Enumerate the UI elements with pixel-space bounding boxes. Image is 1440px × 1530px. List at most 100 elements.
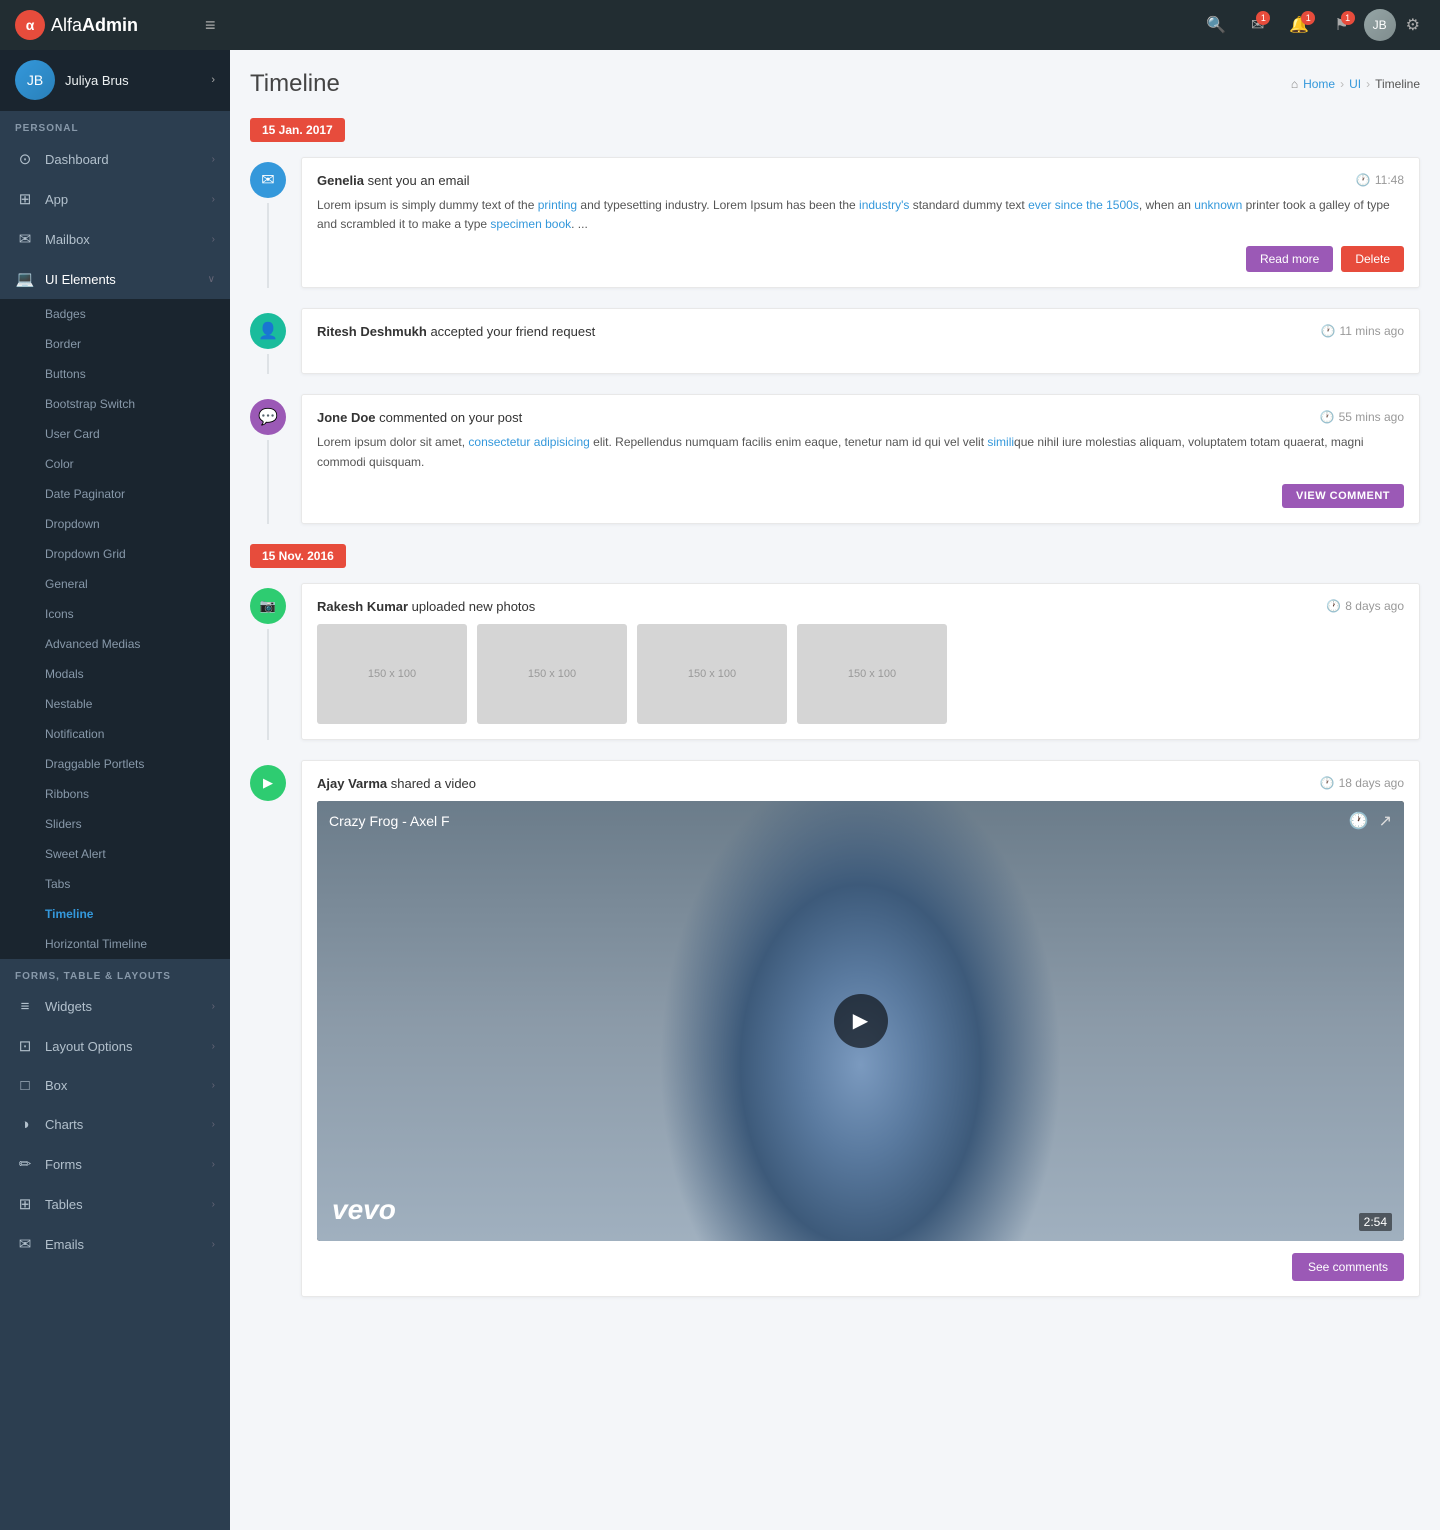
sidebar-item-box[interactable]: □ Box › <box>0 1066 230 1105</box>
printing-link[interactable]: printing <box>538 198 577 212</box>
timeline-item-comment: 💬 Jone Doe commented on your post 🕐 55 m… <box>250 394 1420 523</box>
sidebar-item-mailbox[interactable]: ✉ Mailbox › <box>0 219 230 259</box>
timeline-dot-photos: 📷 <box>250 588 286 624</box>
adipisicing-link[interactable]: adipisicing <box>534 435 590 449</box>
chevron-right-icon: › <box>212 1239 215 1250</box>
sidebar-sub-advanced-medias[interactable]: Advanced Medias <box>0 629 230 659</box>
timeline-line-4 <box>267 629 269 740</box>
sidebar-ui-submenu: Badges Border Buttons Bootstrap Switch U… <box>0 299 230 959</box>
chevron-right-icon: › <box>212 1041 215 1052</box>
timeline-line <box>267 203 269 288</box>
industry-link[interactable]: industry's <box>859 198 909 212</box>
messages-button[interactable]: ✉ 1 <box>1241 7 1274 43</box>
timeline-card-title-2: Ritesh Deshmukh accepted your friend req… <box>317 324 595 339</box>
layout-icon: ⊡ <box>15 1037 35 1055</box>
main-content: Timeline ⌂ Home › UI › Timeline 15 Jan. … <box>230 50 1440 1530</box>
dashboard-icon: ⊙ <box>15 150 35 168</box>
sidebar-item-charts[interactable]: ◑ Charts › <box>0 1105 230 1144</box>
sidebar-sub-sweet-alert[interactable]: Sweet Alert <box>0 839 230 869</box>
ever-link[interactable]: ever since the 1500s <box>1028 198 1139 212</box>
forms-icon: ✏ <box>15 1155 35 1173</box>
sidebar-sub-date-paginator[interactable]: Date Paginator <box>0 479 230 509</box>
photo-2[interactable]: 150 x 100 <box>477 624 627 724</box>
timeline-dot-wrapper-3: 💬 <box>250 394 286 523</box>
settings-button[interactable]: ⚙ <box>1401 7 1425 43</box>
menu-toggle-button[interactable]: ≡ <box>195 10 226 41</box>
photo-3[interactable]: 150 x 100 <box>637 624 787 724</box>
timeline-card-header-3: Jone Doe commented on your post 🕐 55 min… <box>317 410 1404 425</box>
video-clock-icon[interactable]: 🕐 <box>1349 811 1369 831</box>
sidebar-sub-color[interactable]: Color <box>0 449 230 479</box>
sidebar-sub-general[interactable]: General <box>0 569 230 599</box>
alerts-button[interactable]: 🔔 1 <box>1279 7 1319 43</box>
consectetur-link[interactable]: consectetur <box>468 435 530 449</box>
timeline-dot-wrapper-4: 📷 <box>250 583 286 740</box>
sidebar-item-dashboard[interactable]: ⊙ Dashboard › <box>0 139 230 179</box>
page-header: Timeline ⌂ Home › UI › Timeline <box>250 70 1420 98</box>
timeline-card-time-5: 🕐 18 days ago <box>1320 776 1404 790</box>
video-play-button[interactable]: ▶ <box>834 994 888 1048</box>
photo-1[interactable]: 150 x 100 <box>317 624 467 724</box>
timeline-card-title: Genelia sent you an email <box>317 173 470 188</box>
sidebar-sub-ribbons[interactable]: Ribbons <box>0 779 230 809</box>
sidebar-sub-icons[interactable]: Icons <box>0 599 230 629</box>
video-share-icon[interactable]: ↗ <box>1379 811 1392 831</box>
user-avatar[interactable]: JB <box>1364 9 1396 41</box>
logo: α AlfaAdmin <box>15 10 195 40</box>
breadcrumb-ui[interactable]: UI <box>1349 77 1361 91</box>
timeline-card-header-4: Rakesh Kumar uploaded new photos 🕐 8 day… <box>317 599 1404 614</box>
sidebar-sub-dropdown[interactable]: Dropdown <box>0 509 230 539</box>
timeline-line-2 <box>267 354 269 374</box>
view-comment-button[interactable]: VIEW COMMENT <box>1282 484 1404 508</box>
sidebar-label-ui-elements: UI Elements <box>45 272 198 287</box>
sidebar-user-profile[interactable]: JB Juliya Brus › <box>0 50 230 111</box>
search-button[interactable]: 🔍 <box>1196 7 1236 43</box>
video-share-action: shared a video <box>391 776 476 791</box>
sidebar-item-forms[interactable]: ✏ Forms › <box>0 1144 230 1184</box>
unknown-link[interactable]: unknown <box>1194 198 1242 212</box>
sidebar-sub-dropdown-grid[interactable]: Dropdown Grid <box>0 539 230 569</box>
chevron-right-icon: › <box>212 1001 215 1012</box>
sidebar-sub-nestable[interactable]: Nestable <box>0 689 230 719</box>
video-brand: vevo <box>332 1194 396 1226</box>
sidebar-sub-timeline[interactable]: Timeline <box>0 899 230 929</box>
breadcrumb-sep2: › <box>1366 77 1370 91</box>
delete-button[interactable]: Delete <box>1341 246 1404 272</box>
sidebar-sub-user-card[interactable]: User Card <box>0 419 230 449</box>
sidebar-sub-tabs[interactable]: Tabs <box>0 869 230 899</box>
sidebar-item-layout[interactable]: ⊡ Layout Options › <box>0 1026 230 1066</box>
photo-4[interactable]: 150 x 100 <box>797 624 947 724</box>
action-text: sent you an email <box>368 173 470 188</box>
clock-icon: 🕐 <box>1356 173 1371 187</box>
chevron-right-icon: › <box>212 1159 215 1170</box>
photo-grid: 150 x 100 150 x 100 150 x 100 150 x 100 <box>317 624 1404 724</box>
timeline-item-video: ▶ Ajay Varma shared a video 🕐 18 days ag… <box>250 760 1420 1297</box>
sidebar-sub-modals[interactable]: Modals <box>0 659 230 689</box>
sidebar-item-app[interactable]: ⊞ App › <box>0 179 230 219</box>
breadcrumb-home[interactable]: Home <box>1303 77 1335 91</box>
sidebar-item-ui-elements[interactable]: 💻 UI Elements ∨ <box>0 259 230 299</box>
read-more-button[interactable]: Read more <box>1246 246 1333 272</box>
sidebar-sub-bootstrap-switch[interactable]: Bootstrap Switch <box>0 389 230 419</box>
logo-icon: α <box>15 10 45 40</box>
sidebar-item-widgets[interactable]: ≡ Widgets › <box>0 987 230 1026</box>
chevron-right-icon: › <box>212 234 215 245</box>
sidebar-sub-sliders[interactable]: Sliders <box>0 809 230 839</box>
flags-button[interactable]: ⚑ 1 <box>1324 7 1358 43</box>
see-comments-button[interactable]: See comments <box>1292 1253 1404 1281</box>
sidebar-sub-buttons[interactable]: Buttons <box>0 359 230 389</box>
chevron-right-icon: › <box>212 154 215 165</box>
sidebar-sub-horizontal-timeline[interactable]: Horizontal Timeline <box>0 929 230 959</box>
sidebar-sub-border[interactable]: Border <box>0 329 230 359</box>
sidebar-forms-label: FORMS, TABLE & LAYOUTS <box>0 959 230 987</box>
sidebar-sub-notification[interactable]: Notification <box>0 719 230 749</box>
timeline-card-header-5: Ajay Varma shared a video 🕐 18 days ago <box>317 776 1404 791</box>
sidebar-sub-badges[interactable]: Badges <box>0 299 230 329</box>
sidebar-item-emails[interactable]: ✉ Emails › <box>0 1224 230 1264</box>
specimen-link[interactable]: specimen book <box>490 217 571 231</box>
sidebar-item-tables[interactable]: ⊞ Tables › <box>0 1184 230 1224</box>
chevron-right-icon: › <box>212 194 215 205</box>
sidebar-sub-draggable-portlets[interactable]: Draggable Portlets <box>0 749 230 779</box>
timeline-dot-wrapper-5: ▶ <box>250 760 286 1297</box>
simili-link[interactable]: simili <box>987 435 1014 449</box>
